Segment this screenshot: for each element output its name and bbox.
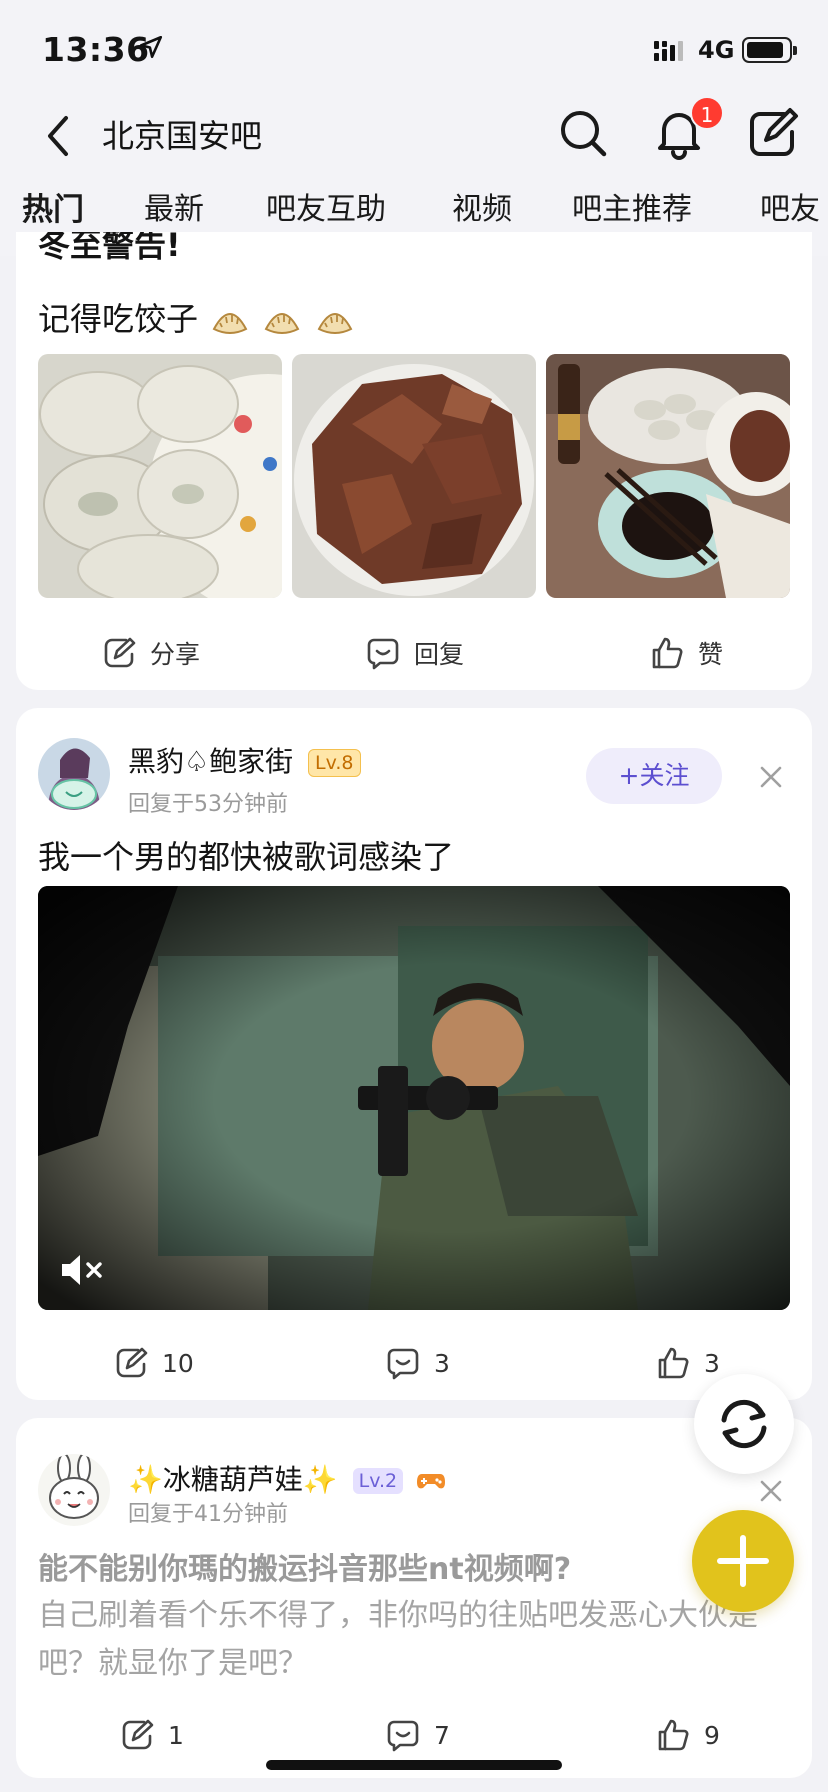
share-count: 10	[162, 1348, 194, 1378]
tab-latest[interactable]: 最新	[144, 188, 204, 232]
like-count: 9	[704, 1720, 720, 1750]
dinner-table-image[interactable]	[546, 354, 790, 598]
reply-button[interactable]: 3	[386, 1338, 450, 1388]
dumplings-image[interactable]	[38, 354, 282, 598]
username-text: ✨冰糖葫芦娃✨	[128, 1463, 338, 1496]
compose-icon[interactable]	[746, 106, 800, 160]
close-icon[interactable]	[756, 762, 786, 792]
post-title: 冬至警告!	[38, 232, 181, 264]
dumpling-emoji-icon	[317, 313, 352, 334]
like-label: 赞	[698, 640, 724, 669]
thumbs-up-icon	[652, 637, 683, 669]
post-card[interactable]: 黑豹♤鲍家街 Lv.8 回复于53分钟前 +关注 我一个男的都快被歌词感染了 1…	[16, 708, 812, 1400]
post-title: 能不能别你瑪的搬运抖音那些nt视频啊?	[38, 1552, 572, 1587]
battery-icon	[742, 37, 797, 63]
home-indicator	[266, 1760, 562, 1770]
post-meta: 回复于53分钟前	[128, 792, 288, 817]
share-button[interactable]: 分享	[102, 628, 200, 678]
tab-hot[interactable]: 热门	[22, 188, 84, 232]
back-icon[interactable]	[40, 108, 80, 164]
like-button[interactable]: 9	[656, 1710, 720, 1760]
share-icon	[104, 637, 136, 668]
status-bar: 13:36 4G	[0, 0, 828, 96]
post-body: 自己刷着看个乐不得了，非你吗的往贴吧发恶心大伙是吧？就显你了是吧？	[38, 1598, 758, 1681]
thumbs-up-icon	[658, 1719, 689, 1751]
signal-icon	[654, 41, 683, 61]
share-button[interactable]: 1	[120, 1710, 184, 1760]
username[interactable]: ✨冰糖葫芦娃✨ Lv.2	[128, 1458, 446, 1498]
notification-badge: 1	[690, 96, 724, 130]
post-card[interactable]: 冬至警告! 记得吃饺子 分享 回复 赞	[16, 232, 812, 690]
reply-button[interactable]: 回复	[366, 628, 464, 678]
game-controller-icon	[417, 1474, 446, 1489]
reply-label: 回复	[414, 640, 465, 669]
username-text: 黑豹♤鲍家街	[128, 745, 294, 778]
plus-icon	[717, 1535, 769, 1587]
comment-icon	[387, 1720, 419, 1752]
share-label: 分享	[150, 640, 201, 669]
network-type: 4G	[698, 36, 735, 64]
comment-icon	[387, 1348, 419, 1380]
tab-video[interactable]: 视频	[452, 188, 512, 232]
share-icon	[116, 1347, 148, 1378]
new-post-button[interactable]	[692, 1510, 794, 1612]
page-title: 北京国安吧	[102, 117, 263, 155]
post-body: 记得吃饺子	[38, 294, 355, 340]
share-count: 1	[168, 1720, 184, 1750]
post-actions: 1 7 9	[16, 1710, 812, 1760]
reply-count: 3	[434, 1348, 450, 1378]
thumbs-up-icon	[658, 1347, 689, 1379]
like-button[interactable]: 赞	[650, 628, 723, 678]
share-button[interactable]: 10	[114, 1338, 194, 1388]
tab-help[interactable]: 吧友互助	[266, 188, 386, 232]
username[interactable]: 黑豹♤鲍家街 Lv.8	[128, 740, 361, 780]
tab-recommended[interactable]: 吧主推荐	[572, 188, 692, 232]
dumpling-emoji-icon	[264, 313, 300, 334]
search-icon[interactable]	[556, 106, 610, 160]
reply-button[interactable]: 7	[386, 1710, 450, 1760]
reply-count: 7	[434, 1720, 450, 1750]
refresh-icon	[721, 1399, 767, 1449]
post-actions: 分享 回复 赞	[16, 628, 812, 678]
status-time: 13:36	[42, 30, 150, 69]
post-body-text: 记得吃饺子	[38, 300, 199, 338]
post-actions: 10 3 3	[16, 1338, 812, 1388]
refresh-button[interactable]	[694, 1374, 794, 1474]
post-meta: 回复于41分钟前	[128, 1502, 288, 1527]
avatar[interactable]	[38, 1454, 110, 1526]
braised-meat-image[interactable]	[292, 354, 536, 598]
tab-more[interactable]: 吧友	[760, 188, 820, 232]
location-arrow-icon	[139, 35, 163, 59]
level-badge: Lv.2	[352, 1468, 404, 1494]
avatar[interactable]	[38, 738, 110, 810]
share-icon	[122, 1719, 154, 1750]
close-icon[interactable]	[756, 1476, 786, 1506]
post-image-grid	[38, 354, 790, 598]
post-body: 我一个男的都快被歌词感染了	[38, 838, 455, 876]
video-player[interactable]	[38, 886, 790, 1310]
follow-button[interactable]: +关注	[586, 748, 722, 804]
mute-icon[interactable]	[60, 1250, 106, 1290]
dumpling-emoji-icon	[212, 313, 248, 334]
comment-icon	[367, 638, 399, 670]
level-badge: Lv.8	[308, 749, 361, 777]
